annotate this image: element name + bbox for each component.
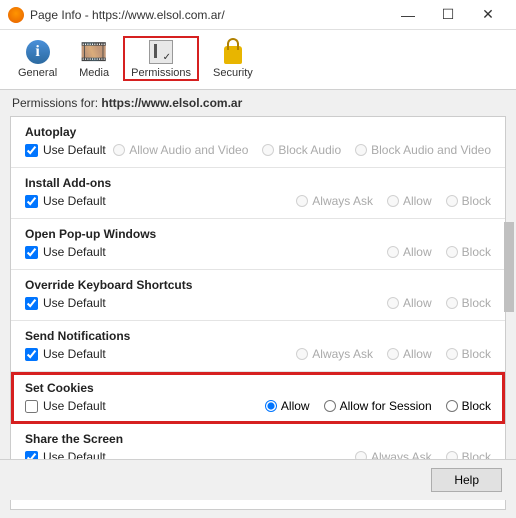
use-default-checkbox[interactable]: Use Default bbox=[25, 347, 106, 361]
tab-general-label: General bbox=[18, 67, 57, 79]
toolbar: General 🎞️ Media Permissions Security bbox=[0, 30, 516, 90]
radio-block[interactable]: Block bbox=[446, 399, 491, 413]
close-button[interactable]: ✕ bbox=[468, 0, 508, 30]
section-title: Send Notifications bbox=[25, 329, 491, 343]
tab-media-label: Media bbox=[79, 67, 109, 79]
radio-allow-av[interactable]: Allow Audio and Video bbox=[113, 143, 248, 157]
permissions-list[interactable]: Autoplay Use Default Allow Audio and Vid… bbox=[10, 116, 506, 510]
tab-security[interactable]: Security bbox=[205, 36, 261, 81]
tab-permissions-label: Permissions bbox=[131, 67, 191, 79]
minimize-button[interactable]: — bbox=[388, 0, 428, 30]
section-addons: Install Add-ons Use Default Always Ask A… bbox=[11, 168, 505, 219]
section-cookies: Set Cookies Use Default Allow Allow for … bbox=[11, 372, 505, 424]
tab-permissions[interactable]: Permissions bbox=[123, 36, 199, 81]
permissions-icon bbox=[147, 38, 175, 66]
window-title: Page Info - https://www.elsol.com.ar/ bbox=[30, 8, 388, 22]
tab-security-label: Security bbox=[213, 67, 253, 79]
app-icon bbox=[8, 7, 24, 23]
section-title: Set Cookies bbox=[25, 381, 491, 395]
maximize-button[interactable]: ☐ bbox=[428, 0, 468, 30]
use-default-checkbox[interactable]: Use Default bbox=[25, 399, 106, 413]
section-title: Open Pop-up Windows bbox=[25, 227, 491, 241]
options: Allow Block bbox=[387, 245, 491, 259]
help-button[interactable]: Help bbox=[431, 468, 502, 492]
radio-allow-session[interactable]: Allow for Session bbox=[324, 399, 432, 413]
scrollbar-thumb[interactable] bbox=[504, 222, 514, 312]
section-title: Share the Screen bbox=[25, 432, 491, 446]
section-title: Override Keyboard Shortcuts bbox=[25, 278, 491, 292]
tab-general[interactable]: General bbox=[10, 36, 65, 81]
info-icon bbox=[24, 38, 52, 66]
use-default-checkbox[interactable]: Use Default bbox=[25, 245, 106, 259]
use-default-checkbox[interactable]: Use Default bbox=[25, 194, 106, 208]
section-title: Install Add-ons bbox=[25, 176, 491, 190]
footer: Help bbox=[0, 459, 516, 500]
radio-block[interactable]: Block bbox=[446, 296, 491, 310]
media-icon: 🎞️ bbox=[80, 38, 108, 66]
use-default-checkbox[interactable]: Use Default bbox=[25, 143, 106, 157]
radio-always-ask[interactable]: Always Ask bbox=[296, 347, 373, 361]
titlebar: Page Info - https://www.elsol.com.ar/ — … bbox=[0, 0, 516, 30]
subheader-url: https://www.elsol.com.ar bbox=[101, 96, 242, 110]
radio-allow[interactable]: Allow bbox=[387, 245, 432, 259]
section-notifications: Send Notifications Use Default Always As… bbox=[11, 321, 505, 372]
use-default-checkbox[interactable]: Use Default bbox=[25, 296, 106, 310]
radio-allow[interactable]: Allow bbox=[387, 347, 432, 361]
section-keyboard: Override Keyboard Shortcuts Use Default … bbox=[11, 270, 505, 321]
section-popups: Open Pop-up Windows Use Default Allow Bl… bbox=[11, 219, 505, 270]
section-title: Autoplay bbox=[25, 125, 491, 139]
radio-allow[interactable]: Allow bbox=[387, 296, 432, 310]
section-autoplay: Autoplay Use Default Allow Audio and Vid… bbox=[11, 117, 505, 168]
radio-block[interactable]: Block bbox=[446, 347, 491, 361]
lock-icon bbox=[219, 38, 247, 66]
options: Allow Audio and Video Block Audio Block … bbox=[113, 143, 491, 157]
radio-block[interactable]: Block bbox=[446, 245, 491, 259]
tab-media[interactable]: 🎞️ Media bbox=[71, 36, 117, 81]
options: Always Ask Allow Block bbox=[296, 347, 491, 361]
options: Allow Allow for Session Block bbox=[265, 399, 491, 413]
radio-allow[interactable]: Allow bbox=[265, 399, 310, 413]
subheader: Permissions for: https://www.elsol.com.a… bbox=[0, 90, 516, 116]
radio-block-av[interactable]: Block Audio and Video bbox=[355, 143, 491, 157]
options: Always Ask Allow Block bbox=[296, 194, 491, 208]
subheader-prefix: Permissions for: bbox=[12, 96, 101, 110]
radio-block[interactable]: Block bbox=[446, 194, 491, 208]
radio-always-ask[interactable]: Always Ask bbox=[296, 194, 373, 208]
radio-allow[interactable]: Allow bbox=[387, 194, 432, 208]
options: Allow Block bbox=[387, 296, 491, 310]
radio-block-audio[interactable]: Block Audio bbox=[262, 143, 341, 157]
